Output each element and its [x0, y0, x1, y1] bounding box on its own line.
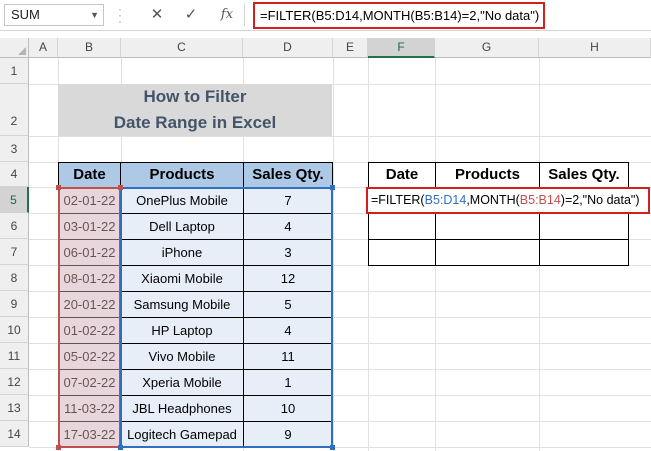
date-cell[interactable]: 07-02-22: [58, 369, 121, 396]
product-cell[interactable]: Xperia Mobile: [120, 369, 244, 396]
formula-part: )=2,"No data"): [560, 193, 640, 207]
product-cell[interactable]: JBL Headphones: [120, 395, 244, 422]
row-header-2[interactable]: 2: [0, 84, 29, 136]
sales-qty-cell[interactable]: 11: [243, 343, 333, 370]
row-header-6[interactable]: 6: [0, 213, 29, 239]
name-box-value: SUM: [11, 7, 40, 22]
row-header-7[interactable]: 7: [0, 239, 29, 265]
row-header-14[interactable]: 14: [0, 421, 29, 447]
product-cell[interactable]: Dell Laptop: [120, 213, 244, 240]
output-header-products[interactable]: Products: [435, 162, 540, 188]
formula-ref-date: B5:B14: [519, 193, 561, 207]
gridline: [333, 58, 334, 451]
divider: [244, 4, 245, 26]
sales-qty-cell[interactable]: 3: [243, 239, 333, 266]
formula-bar: SUM ▼ · · · ✕ ✓ fx =FILTER(B5:D14,MONTH(B5…: [0, 0, 651, 31]
drag-handle-icon[interactable]: · · ·: [118, 3, 122, 27]
sales-qty-cell[interactable]: 12: [243, 265, 333, 292]
formula-part: ,MONTH(: [466, 193, 520, 207]
source-header-sales-qty[interactable]: Sales Qty.: [243, 162, 333, 188]
check-icon[interactable]: ✓: [180, 4, 202, 26]
resize-handle[interactable]: [118, 185, 123, 190]
row-header-9[interactable]: 9: [0, 291, 29, 317]
output-header-sales-qty[interactable]: Sales Qty.: [539, 162, 629, 188]
resize-handle[interactable]: [330, 445, 335, 450]
page-title[interactable]: How to Filter Date Range in Excel: [58, 84, 332, 136]
date-cell[interactable]: 08-01-22: [58, 265, 121, 292]
title-line-1: How to Filter: [143, 87, 247, 106]
sales-qty-cell[interactable]: 5: [243, 291, 333, 318]
sales-qty-cell[interactable]: 4: [243, 317, 333, 344]
row-header-12[interactable]: 12: [0, 369, 29, 395]
formula-part: =FILTER(: [371, 193, 425, 207]
column-header-b[interactable]: B: [58, 38, 121, 58]
resize-handle[interactable]: [118, 445, 123, 450]
output-header-date[interactable]: Date: [368, 162, 436, 188]
date-cell[interactable]: 01-02-22: [58, 317, 121, 344]
insert-function-button[interactable]: fx: [216, 4, 238, 26]
close-icon[interactable]: ✕: [146, 4, 168, 26]
date-cell[interactable]: 20-01-22: [58, 291, 121, 318]
product-cell[interactable]: Xiaomi Mobile: [120, 265, 244, 292]
source-header-date[interactable]: Date: [58, 162, 121, 188]
column-header-h[interactable]: H: [539, 38, 651, 58]
product-cell[interactable]: Logitech Gamepad: [120, 421, 244, 448]
resize-handle[interactable]: [56, 445, 61, 450]
resize-handle[interactable]: [330, 185, 335, 190]
active-cell-formula[interactable]: =FILTER(B5:D14,MONTH(B5:B14)=2,"No data"…: [366, 187, 650, 214]
date-cell[interactable]: 11-03-22: [58, 395, 121, 422]
output-cell[interactable]: [539, 239, 629, 266]
row-header-3[interactable]: 3: [0, 136, 29, 162]
chevron-down-icon[interactable]: ▼: [90, 5, 99, 25]
name-box[interactable]: SUM ▼: [4, 4, 104, 26]
select-all-button[interactable]: [0, 38, 29, 58]
row-header-13[interactable]: 13: [0, 395, 29, 421]
output-cell[interactable]: [435, 239, 540, 266]
sales-qty-cell[interactable]: 4: [243, 213, 333, 240]
date-cell[interactable]: 03-01-22: [58, 213, 121, 240]
sales-qty-cell[interactable]: 7: [243, 187, 333, 214]
product-cell[interactable]: HP Laptop: [120, 317, 244, 344]
row-header-11[interactable]: 11: [0, 343, 29, 369]
product-cell[interactable]: iPhone: [120, 239, 244, 266]
date-cell[interactable]: 05-02-22: [58, 343, 121, 370]
column-header-d[interactable]: D: [243, 38, 333, 58]
product-cell[interactable]: Vivo Mobile: [120, 343, 244, 370]
column-header-c[interactable]: C: [121, 38, 243, 58]
row-header-4[interactable]: 4: [0, 162, 29, 187]
formula-ref-data: B5:D14: [424, 193, 467, 207]
row-header-10[interactable]: 10: [0, 317, 29, 343]
date-cell[interactable]: 06-01-22: [58, 239, 121, 266]
title-line-2: Date Range in Excel: [113, 113, 277, 132]
row-header-5[interactable]: 5: [0, 187, 29, 213]
column-header-e[interactable]: E: [333, 38, 368, 58]
column-header-a[interactable]: A: [29, 38, 58, 58]
column-header-f[interactable]: F: [368, 38, 435, 58]
product-cell[interactable]: OnePlus Mobile: [120, 187, 244, 214]
source-header-products[interactable]: Products: [120, 162, 244, 188]
sales-qty-cell[interactable]: 10: [243, 395, 333, 422]
formula-input[interactable]: =FILTER(B5:D14,MONTH(B5:B14)=2,"No data"…: [253, 2, 545, 29]
row-header-8[interactable]: 8: [0, 265, 29, 291]
gridline: [29, 136, 651, 137]
date-cell[interactable]: 17-03-22: [58, 421, 121, 448]
column-header-g[interactable]: G: [435, 38, 539, 58]
date-cell[interactable]: 02-01-22: [58, 187, 121, 214]
row-header-1[interactable]: 1: [0, 58, 29, 84]
output-cell[interactable]: [368, 213, 436, 240]
sales-qty-cell[interactable]: 9: [243, 421, 333, 448]
product-cell[interactable]: Samsung Mobile: [120, 291, 244, 318]
resize-handle[interactable]: [56, 185, 61, 190]
output-cell[interactable]: [368, 239, 436, 266]
select-all-icon: [18, 47, 26, 55]
sales-qty-cell[interactable]: 1: [243, 369, 333, 396]
output-cell[interactable]: [539, 213, 629, 240]
output-cell[interactable]: [435, 213, 540, 240]
